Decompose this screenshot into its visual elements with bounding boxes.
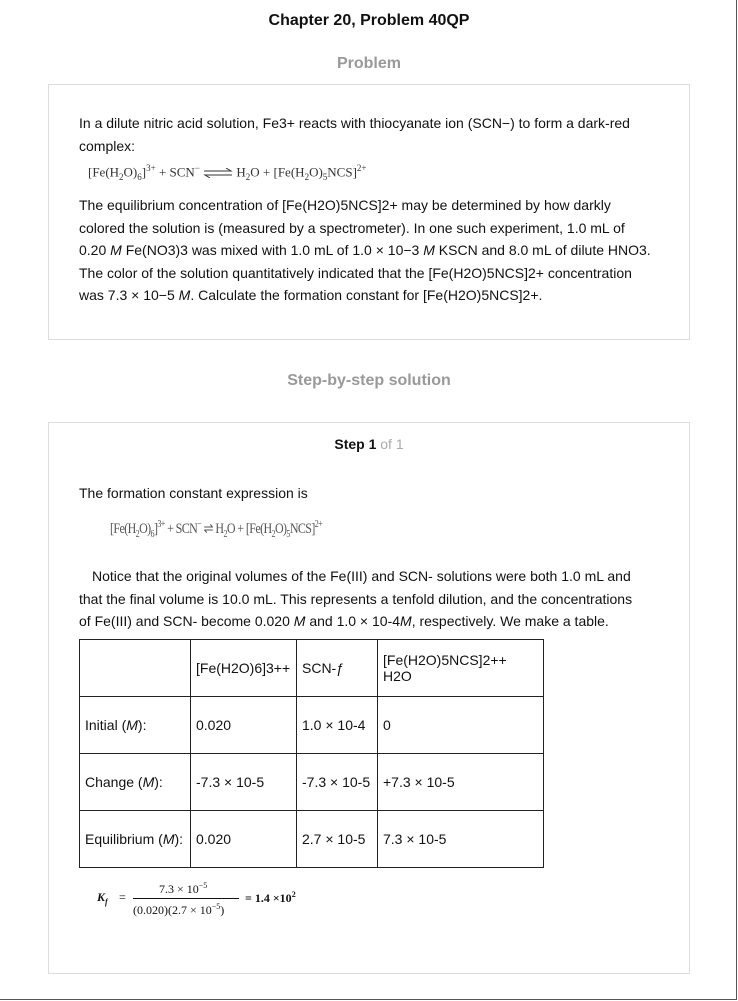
note-line: that the final volume is 10.0 mL. This r… bbox=[79, 590, 633, 607]
kf-result: = 1.4 ×102 bbox=[245, 890, 296, 905]
step-header: Step 1 of 1 bbox=[0, 436, 738, 452]
fraction-bar bbox=[133, 898, 239, 899]
solution-heading: Step-by-step solution bbox=[287, 372, 451, 389]
problem-line: was 7.3 × 10−5 M. Calculate the formatio… bbox=[79, 287, 543, 303]
table-header-row: [Fe(H2O)6]3++ SCN-ƒ [Fe(H2O)5NCS]2++ H2O bbox=[79, 639, 544, 697]
problem-body: The equilibrium concentration of [Fe(H2O… bbox=[79, 194, 659, 307]
formation-equation-image: [Fe(H2O)6]3+ + SCN− ⇌ H2O + [Fe(H2O)5NCS… bbox=[110, 518, 323, 540]
table-cell: Change (M): bbox=[79, 753, 191, 811]
step-note: Notice that the original volumes of the … bbox=[79, 565, 659, 633]
kf-equals: = bbox=[119, 890, 126, 904]
note-line: Notice that the original volumes of the … bbox=[92, 568, 631, 584]
table-header-cell: [Fe(H2O)5NCS]2++ H2O bbox=[377, 639, 544, 697]
problem-heading: Problem bbox=[336, 55, 401, 72]
problem-line: 0.20 M Fe(NO3)3 was mixed with 1.0 mL of… bbox=[79, 242, 651, 258]
note-line: of Fe(III) and SCN- become 0.020 M and 1… bbox=[79, 613, 609, 629]
kf-denominator: (0.020)(2.7 × 10−5) bbox=[133, 902, 225, 917]
reaction-equation: [Fe(H2O)6]3+ + SCN− H2O + [Fe(H2O)5NCS]2… bbox=[88, 163, 367, 182]
table-cell: -7.3 × 10-5 bbox=[190, 753, 297, 811]
table-cell: -7.3 × 10-5 bbox=[296, 753, 378, 811]
kf-symbol: Kf bbox=[97, 890, 108, 907]
table-cell: 2.7 × 10-5 bbox=[296, 810, 378, 868]
table-header-cell: [Fe(H2O)6]3++ bbox=[190, 639, 297, 697]
step-intro: The formation constant expression is bbox=[79, 485, 308, 501]
table-row: Initial (M): 0.020 1.0 × 10-4 0 bbox=[79, 696, 544, 754]
page-title: Chapter 20, Problem 40QP bbox=[268, 12, 470, 29]
table-cell: 7.3 × 10-5 bbox=[377, 810, 544, 868]
table-row: Change (M): -7.3 × 10-5 -7.3 × 10-5 +7.3… bbox=[79, 753, 544, 811]
table-header-cell: SCN-ƒ bbox=[296, 639, 378, 697]
table-header-cell bbox=[79, 639, 191, 697]
table-cell: 0.020 bbox=[190, 810, 297, 868]
table-row: Equilibrium (M): 0.020 2.7 × 10-5 7.3 × … bbox=[79, 810, 544, 868]
table-cell: Equilibrium (M): bbox=[79, 810, 191, 868]
equilibrium-arrow-icon bbox=[203, 168, 233, 179]
problem-line: The equilibrium concentration of [Fe(H2O… bbox=[79, 197, 611, 213]
step-count: of 1 bbox=[380, 436, 404, 452]
problem-intro: In a dilute nitric acid solution, Fe3+ r… bbox=[79, 115, 630, 154]
problem-line: The color of the solution quantitatively… bbox=[79, 264, 632, 281]
problem-line: colored the solution is (measured by a s… bbox=[79, 219, 625, 236]
table-cell: 0 bbox=[377, 696, 544, 754]
kf-numerator: 7.3 × 10−5 bbox=[159, 881, 208, 896]
table-cell: 0.020 bbox=[190, 696, 297, 754]
ice-table: [Fe(H2O)6]3++ SCN-ƒ [Fe(H2O)5NCS]2++ H2O… bbox=[79, 639, 544, 868]
step-label: Step 1 bbox=[334, 436, 377, 452]
table-cell: +7.3 × 10-5 bbox=[377, 753, 544, 811]
table-cell: 1.0 × 10-4 bbox=[296, 696, 378, 754]
table-cell: Initial (M): bbox=[79, 696, 191, 754]
